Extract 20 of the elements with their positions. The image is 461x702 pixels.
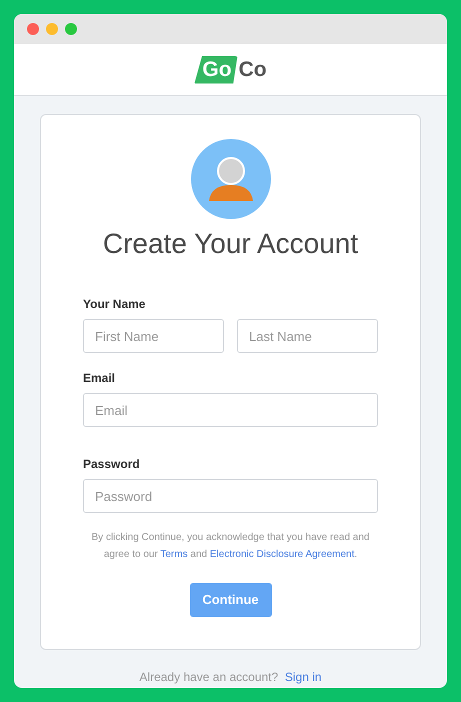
disclaimer-link[interactable]: Terms	[160, 549, 188, 560]
last-name-field[interactable]: Last Name	[237, 319, 378, 353]
logo-tag: Go	[194, 56, 238, 84]
disclaimer-link[interactable]: Electronic Disclosure Agreement	[210, 549, 354, 560]
field-label: Email	[83, 370, 116, 387]
signin-prompt: Already have an account? Sign in	[138, 669, 323, 686]
password-field[interactable]: Password	[83, 479, 378, 513]
field-label: Your Name	[83, 296, 146, 313]
page-title: Create Your Account	[102, 227, 358, 261]
window-control-button[interactable]	[65, 23, 77, 35]
window-control-button[interactable]	[46, 23, 58, 35]
continue-button[interactable]: Continue	[190, 583, 272, 617]
first-name-field[interactable]: First Name	[83, 319, 224, 353]
field-label: Password	[83, 456, 140, 473]
signin-link[interactable]: Sign in	[284, 670, 322, 684]
email-field[interactable]: Email	[83, 393, 378, 427]
disclaimer-text: By clicking Continue, you acknowledge that you have read and agree to our Terms and Electronic Disclosure Agreement.	[90, 531, 370, 562]
window-control-button[interactable]	[27, 23, 39, 35]
logo-text: Co	[238, 56, 267, 83]
avatar-icon	[190, 139, 270, 219]
